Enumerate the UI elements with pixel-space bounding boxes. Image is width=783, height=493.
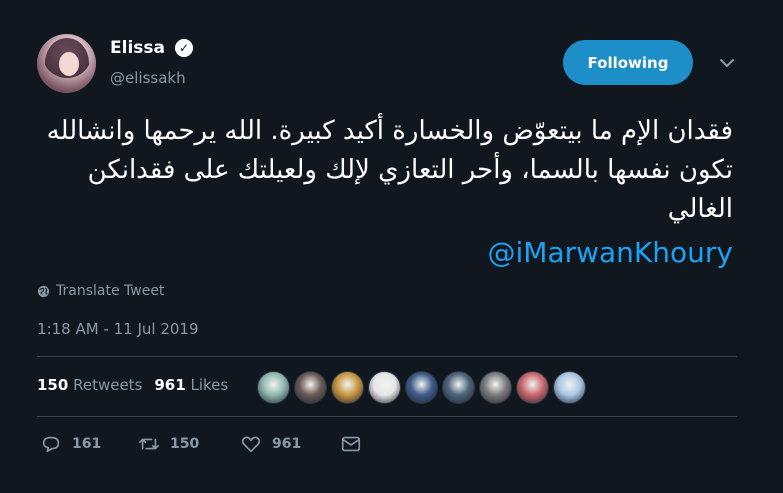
likes-stat[interactable]: 961 Likes xyxy=(154,376,228,394)
tweet-text: فقدان الإم ما بيتعوّض والخسارة أكيد كبير… xyxy=(46,116,733,224)
author-handle[interactable]: @elissakh xyxy=(110,69,186,87)
following-button[interactable]: Following xyxy=(563,40,693,85)
retweet-icon xyxy=(139,438,159,450)
tweet-timestamp[interactable]: 1:18 AM - 11 Jul 2019 xyxy=(37,320,199,338)
author-avatar[interactable] xyxy=(37,34,96,93)
reply-count: 161 xyxy=(72,436,102,452)
likes-count: 961 xyxy=(154,376,186,394)
liker-avatars xyxy=(257,371,586,404)
globe-icon xyxy=(37,285,50,297)
like-count: 961 xyxy=(272,436,302,452)
tweet-actions: 161 150 961 xyxy=(40,433,370,457)
liker-avatar[interactable] xyxy=(405,371,438,404)
liker-avatar[interactable] xyxy=(553,371,586,404)
retweets-label: Retweets xyxy=(73,376,143,394)
retweets-count: 150 xyxy=(37,376,69,394)
retweet-button[interactable]: 150 xyxy=(138,433,199,455)
translate-tweet-link[interactable]: Translate Tweet xyxy=(37,283,164,299)
author-name[interactable]: Elissa xyxy=(110,38,165,58)
heart-icon xyxy=(241,436,261,453)
direct-message-button[interactable] xyxy=(340,433,362,455)
reply-button[interactable]: 161 xyxy=(40,433,101,455)
stats-spacer xyxy=(142,376,154,394)
liker-avatar[interactable] xyxy=(257,371,290,404)
likes-label: Likes xyxy=(190,376,229,394)
liker-avatar[interactable] xyxy=(516,371,549,404)
divider-bottom xyxy=(37,416,737,417)
envelope-icon xyxy=(341,436,361,452)
liker-avatar[interactable] xyxy=(479,371,512,404)
retweet-count: 150 xyxy=(170,436,200,452)
liker-avatar[interactable] xyxy=(442,371,475,404)
like-button[interactable]: 961 xyxy=(240,433,301,455)
retweets-stat[interactable]: 150 Retweets xyxy=(37,376,142,394)
chevron-down-icon[interactable] xyxy=(719,55,735,71)
reply-icon xyxy=(42,436,60,453)
translate-label: Translate Tweet xyxy=(56,283,165,299)
avatar-face xyxy=(59,52,79,76)
divider-top xyxy=(37,356,737,357)
liker-avatar[interactable] xyxy=(294,371,327,404)
liker-avatar[interactable] xyxy=(368,371,401,404)
mention-link[interactable]: @iMarwanKhoury xyxy=(488,236,733,269)
engagement-stats: 150 Retweets 961 Likes xyxy=(37,376,228,394)
liker-avatar[interactable] xyxy=(331,371,364,404)
verified-badge-icon: ✓ xyxy=(175,39,193,57)
